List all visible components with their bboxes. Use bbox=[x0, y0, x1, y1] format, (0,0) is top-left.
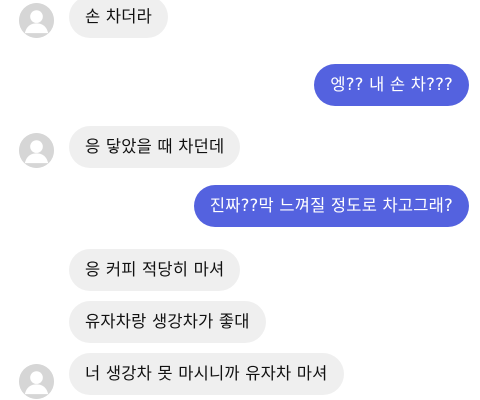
chat-thread: 손 차더라 엥?? 내 손 차??? 응 닿았을 때 차던데 진짜??막 느껴질… bbox=[0, 0, 480, 400]
avatar-icon[interactable] bbox=[19, 364, 54, 399]
outgoing-message-bubble[interactable]: 엥?? 내 손 차??? bbox=[314, 64, 469, 106]
avatar-icon[interactable] bbox=[19, 3, 54, 38]
incoming-message-bubble[interactable]: 손 차더라 bbox=[69, 0, 168, 38]
incoming-message-bubble[interactable]: 유자차랑 생강차가 좋대 bbox=[69, 301, 266, 343]
outgoing-message-bubble[interactable]: 진짜??막 느껴질 정도로 차고그래? bbox=[193, 185, 469, 227]
avatar-icon[interactable] bbox=[19, 133, 54, 168]
incoming-message-bubble[interactable]: 너 생강차 못 마시니까 유자차 마셔 bbox=[69, 353, 344, 395]
incoming-message-bubble[interactable]: 응 커피 적당히 마셔 bbox=[69, 249, 241, 291]
incoming-message-bubble[interactable]: 응 닿았을 때 차던데 bbox=[69, 126, 241, 168]
